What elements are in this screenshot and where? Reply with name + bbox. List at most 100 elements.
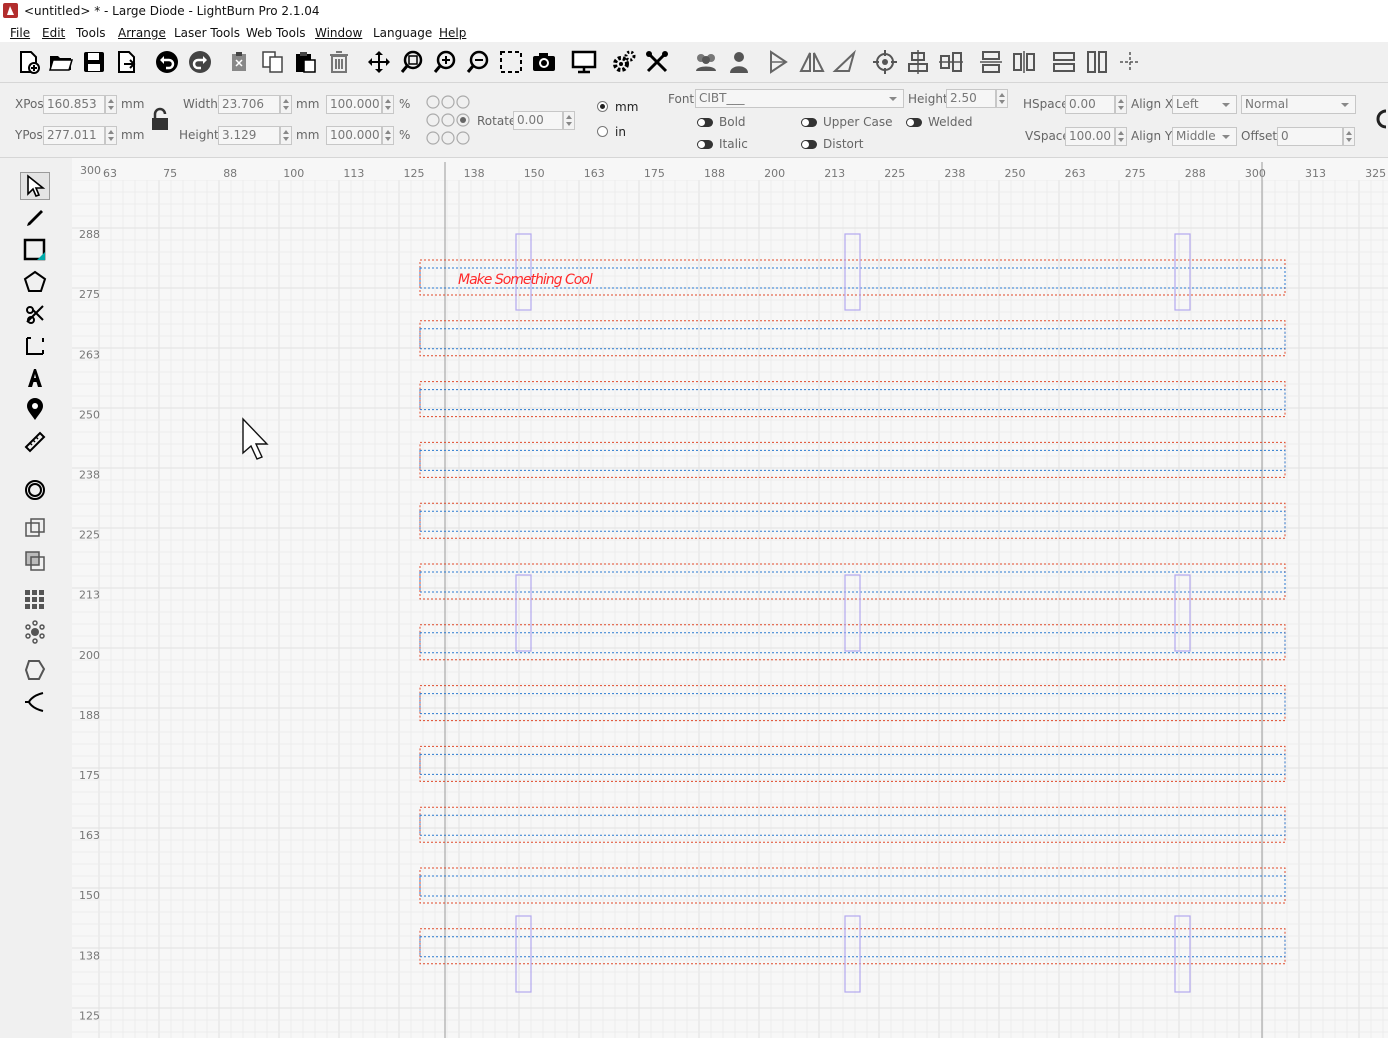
delete-icon[interactable]	[325, 48, 353, 76]
offset-icon[interactable]	[20, 476, 50, 504]
polygon-icon[interactable]	[20, 268, 50, 296]
zoom-out-icon[interactable]	[464, 48, 492, 76]
vspace-input[interactable]: 100.00	[1065, 127, 1115, 146]
offset-spinner[interactable]	[1343, 127, 1355, 146]
font-height-input[interactable]: 2.50	[946, 89, 996, 108]
make-same-height-icon[interactable]	[1083, 48, 1111, 76]
open-folder-icon[interactable]	[47, 48, 75, 76]
save-icon[interactable]	[80, 48, 108, 76]
font-select[interactable]: CIBT___	[695, 89, 904, 108]
copy-icon[interactable]	[259, 48, 287, 76]
menu-language[interactable]: Language	[373, 26, 432, 40]
new-file-icon[interactable]	[14, 48, 42, 76]
boolean-subtract-icon[interactable]	[20, 547, 50, 575]
height-input[interactable]: 3.129	[218, 126, 280, 145]
mirror-horizontal-icon[interactable]	[798, 48, 826, 76]
menu-bar: File Edit Tools Arrange Laser Tools Web …	[0, 22, 1388, 42]
anchor-grid-icon[interactable]	[425, 93, 471, 149]
select-tool-icon[interactable]	[20, 172, 50, 200]
scale-width-spinner[interactable]	[382, 95, 394, 114]
canvas-text-object[interactable]: Make Something Cool	[458, 272, 594, 288]
unit-in-label: in	[615, 125, 626, 139]
ungroup-icon[interactable]	[725, 48, 753, 76]
grid-array-icon[interactable]	[20, 586, 50, 614]
redo-icon[interactable]	[186, 48, 214, 76]
make-same-width-icon[interactable]	[1050, 48, 1078, 76]
aligny-select[interactable]: Middle	[1172, 127, 1237, 146]
lock-icon[interactable]	[150, 107, 170, 131]
select-frame-icon[interactable]	[497, 48, 525, 76]
cut-icon[interactable]	[226, 48, 254, 76]
convert-path-icon[interactable]	[20, 656, 50, 684]
edit-nodes-icon[interactable]	[20, 300, 50, 328]
unit-radio-in[interactable]	[597, 126, 608, 137]
distort-toggle[interactable]	[801, 140, 817, 149]
menu-laser-tools[interactable]: Laser Tools	[174, 26, 240, 40]
position-laser-icon[interactable]	[20, 396, 50, 424]
height-spinner[interactable]	[280, 126, 292, 145]
zoom-frame-icon[interactable]	[398, 48, 426, 76]
menu-file[interactable]: File	[10, 26, 30, 40]
width-spinner[interactable]	[280, 95, 292, 114]
scale-height-spinner[interactable]	[382, 126, 394, 145]
zoom-in-icon[interactable]	[431, 48, 459, 76]
hspace-input[interactable]: 0.00	[1065, 95, 1115, 114]
font-height-spinner[interactable]	[996, 89, 1008, 108]
center-target-icon[interactable]	[871, 48, 899, 76]
boolean-union-icon[interactable]	[20, 514, 50, 542]
scale-width-input[interactable]: 100.000	[326, 95, 382, 114]
draw-lines-icon[interactable]	[20, 204, 50, 232]
undo-icon[interactable]	[153, 48, 181, 76]
y-ruler-tick-label: 138	[79, 949, 100, 962]
menu-tools[interactable]: Tools	[76, 26, 106, 40]
ypos-spinner[interactable]	[105, 126, 117, 145]
italic-toggle[interactable]	[697, 140, 713, 149]
rectangle-icon[interactable]	[20, 236, 50, 264]
rotate-input[interactable]: 0.00	[513, 111, 563, 130]
distort-label: Distort	[823, 137, 864, 151]
menu-help[interactable]: Help	[439, 26, 466, 40]
rotate-spinner[interactable]	[563, 111, 575, 130]
align-middle-icon[interactable]	[937, 48, 965, 76]
corner-tool-icon[interactable]	[20, 332, 50, 360]
export-icon[interactable]	[113, 48, 141, 76]
tools-wrench-icon[interactable]	[643, 48, 671, 76]
vspace-spinner[interactable]	[1115, 127, 1127, 146]
settings-gear-icon[interactable]	[610, 48, 638, 76]
canvas-svg[interactable]: 63 75 88 100 113 125 138 150 163 175 188 200 213 225 2…	[72, 158, 1388, 1038]
ypos-input[interactable]: 277.011	[43, 126, 105, 145]
text-tool-icon[interactable]	[20, 364, 50, 392]
mirror-vertical-icon[interactable]	[765, 48, 793, 76]
distribute-h-icon[interactable]	[977, 48, 1005, 76]
menu-arrange[interactable]: Arrange	[118, 26, 166, 40]
xpos-input[interactable]: 160.853	[43, 95, 105, 114]
paste-icon[interactable]	[292, 48, 320, 76]
align-center-icon[interactable]	[904, 48, 932, 76]
tabs-tool-icon[interactable]	[20, 688, 50, 716]
group-icon[interactable]	[692, 48, 720, 76]
scale-height-input[interactable]: 100.000	[326, 126, 382, 145]
welded-toggle[interactable]	[906, 118, 922, 127]
move-icon[interactable]	[365, 48, 393, 76]
design-canvas[interactable]: 63 75 88 100 113 125 138 150 163 175 188 200 213 225 2…	[72, 158, 1388, 1038]
menu-web-tools[interactable]: Web Tools	[246, 26, 306, 40]
bold-toggle[interactable]	[697, 118, 713, 127]
xpos-spinner[interactable]	[105, 95, 117, 114]
distribute-v-icon[interactable]	[1010, 48, 1038, 76]
menu-edit[interactable]: Edit	[42, 26, 65, 40]
monitor-icon[interactable]	[570, 48, 598, 76]
circular-array-icon[interactable]	[20, 618, 50, 646]
camera-icon[interactable]	[530, 48, 558, 76]
rotate-icon[interactable]	[831, 48, 859, 76]
measure-icon[interactable]	[20, 428, 50, 456]
panel-overflow-icon[interactable]	[1374, 107, 1388, 131]
width-input[interactable]: 23.706	[218, 95, 280, 114]
alignx-select[interactable]: Left	[1172, 95, 1237, 114]
upper-case-toggle[interactable]	[801, 118, 817, 127]
unit-radio-mm[interactable]	[597, 101, 608, 112]
text-mode-select[interactable]: Normal	[1241, 95, 1356, 114]
menu-window[interactable]: Window	[315, 26, 362, 40]
dock-icon[interactable]	[1116, 48, 1144, 76]
offset-input[interactable]: 0	[1277, 127, 1343, 146]
hspace-spinner[interactable]	[1115, 95, 1127, 114]
